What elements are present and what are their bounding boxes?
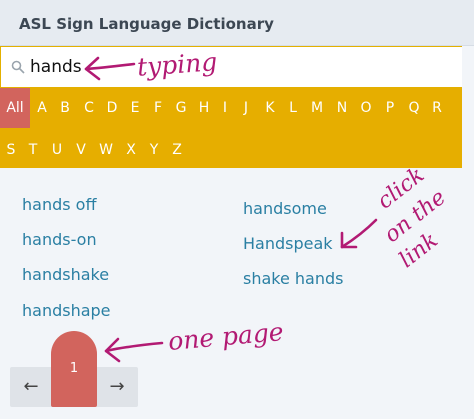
letter-filter-z[interactable]: Z <box>166 130 188 170</box>
letter-filter-v[interactable]: V <box>70 130 92 170</box>
arrow-to-handspeak-head <box>340 231 358 249</box>
arrow-to-page-head <box>104 337 121 363</box>
letter-filter-e[interactable]: E <box>124 88 146 128</box>
arrow-to-page <box>104 341 164 353</box>
letter-filter-all[interactable]: All <box>0 88 30 128</box>
letter-filter-a[interactable]: A <box>31 88 53 128</box>
search-icon <box>11 60 25 74</box>
letter-filter-s[interactable]: S <box>0 130 22 170</box>
prev-page-button[interactable]: ← <box>12 367 50 407</box>
letter-filter-d[interactable]: D <box>101 88 123 128</box>
app-header: ASL Sign Language Dictionary <box>0 0 474 46</box>
page-title: ASL Sign Language Dictionary <box>19 15 274 33</box>
letter-filter-p[interactable]: P <box>379 88 401 128</box>
letter-filter-m[interactable]: M <box>306 88 328 128</box>
arrow-to-handspeak <box>340 218 378 249</box>
annotation-typing: typing <box>136 47 219 82</box>
letter-filter-w[interactable]: W <box>95 130 117 170</box>
letter-filter-o[interactable]: O <box>355 88 377 128</box>
result-link[interactable]: hands off <box>22 195 96 214</box>
letter-filter-f[interactable]: F <box>147 88 169 128</box>
letter-filter-t[interactable]: T <box>22 130 44 170</box>
result-link[interactable]: handshape <box>22 301 111 320</box>
letter-filter-x[interactable]: X <box>120 130 142 170</box>
letter-filter-c[interactable]: C <box>78 88 100 128</box>
search-bar <box>0 46 462 88</box>
letter-filter-u[interactable]: U <box>46 130 68 170</box>
letter-filter-k[interactable]: K <box>259 88 281 128</box>
letter-filter-y[interactable]: Y <box>143 130 165 170</box>
letter-filter-g[interactable]: G <box>170 88 192 128</box>
result-link[interactable]: handshake <box>22 265 109 284</box>
result-link[interactable]: handsome <box>243 199 327 218</box>
letter-filter-l[interactable]: L <box>282 88 304 128</box>
letter-filter-j[interactable]: J <box>235 88 257 128</box>
result-link[interactable]: hands-on <box>22 230 97 249</box>
annotation-one-page: one page <box>166 317 285 356</box>
result-link-handspeak[interactable]: Handspeak <box>243 234 333 253</box>
next-page-button[interactable]: → <box>98 367 136 407</box>
letter-filter-i[interactable]: I <box>214 88 236 128</box>
letter-filter-q[interactable]: Q <box>403 88 425 128</box>
alphabet-filter: All A B C D E F G H I J K L M N O P Q R … <box>0 88 462 168</box>
letter-filter-b[interactable]: B <box>54 88 76 128</box>
current-page-button[interactable]: 1 <box>51 331 97 407</box>
letter-filter-r[interactable]: R <box>426 88 448 128</box>
letter-filter-h[interactable]: H <box>193 88 215 128</box>
letter-filter-n[interactable]: N <box>331 88 353 128</box>
result-link[interactable]: shake hands <box>243 269 343 288</box>
